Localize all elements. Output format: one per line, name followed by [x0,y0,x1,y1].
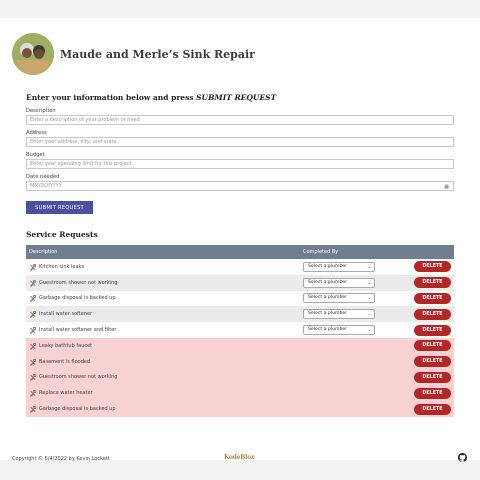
github-icon[interactable] [458,453,467,462]
delete-button[interactable]: DELETE [414,261,451,273]
wrench-icon [29,310,37,319]
plumber-select[interactable]: Select a plumber ⌄ [303,277,375,288]
date-field[interactable]: MM/DD/YYYY ▦ [26,181,454,191]
budget-label: Budget [26,152,45,158]
request-description: Guestroom shower not working [39,279,118,286]
page-title: Maude and Merle’s Sink Repair [60,47,255,61]
address-label: Address [26,130,47,136]
footer-logo: KodeBlox [224,454,255,461]
request-description: Install water softener and filter [39,327,117,334]
requests-table: Description Completed By Kitchen sink le… [26,245,454,417]
chevron-down-icon: ⌄ [367,311,371,317]
table-row: Basement is flooded DELETE [26,353,454,370]
wrench-icon [29,294,37,303]
form-intro: Enter your information below and press S… [26,93,276,102]
table-row: Install water softener Select a plumber ⌄ D… [26,306,454,323]
column-description: Description [29,249,58,255]
wrench-icon [29,389,37,398]
request-description: Basement is flooded [39,358,91,365]
chevron-down-icon: ⌄ [367,263,371,269]
table-row: Garbage disposal is backed up Select a pl… [26,290,454,307]
wrench-icon [29,405,37,414]
delete-button[interactable]: DELETE [414,340,451,352]
select-label: Select a plumber [308,311,348,317]
avatar [12,33,54,75]
delete-button[interactable]: DELETE [414,371,451,383]
wrench-icon [29,358,37,366]
request-description: Replace water heater [39,390,93,397]
intro-text: Enter your information below and press [26,93,197,102]
intro-emphasis: SUBMIT REQUEST [196,93,277,102]
budget-field[interactable]: Enter your spending limit for this proje… [26,159,454,169]
header: Maude and Merle’s Sink Repair [12,32,255,76]
copyright: Copyright © 5/4/2022 by Kevin Lockett [12,456,110,462]
select-label: Select a plumber [308,327,348,333]
request-description: Leaky bathtub faucet [39,342,93,349]
table-row: Guestroom shower not working DELETE [26,369,454,386]
delete-button[interactable]: DELETE [414,387,451,399]
date-label: Date needed [26,174,60,180]
request-description: Install water softener [39,311,93,318]
table-header: Description Completed By [26,245,454,259]
page: Maude and Merle’s Sink Repair Enter your… [0,18,480,462]
wrench-icon [29,279,37,287]
date-placeholder: MM/DD/YYYY [30,183,62,189]
request-description: Garbage disposal is backed up [39,406,116,413]
select-label: Select a plumber [308,263,348,269]
request-description: Guestroom shower not working [39,374,118,381]
wrench-icon [29,326,37,335]
delete-button[interactable]: DELETE [414,356,451,368]
chevron-down-icon: ⌄ [367,279,371,285]
wrench-icon [29,373,37,382]
table-row: Garbage disposal is backed up DELETE [26,401,454,417]
service-requests-title: Service Requests [26,230,98,239]
table-row: Leaky bathtub faucet DELETE [26,337,454,354]
table-row: Guestroom shower not working Select a plu… [26,274,454,291]
description-field[interactable]: Enter a description of your problem or n… [26,115,454,125]
table-row: Kitchen sink leaks Select a plumber ⌄ DELET… [26,259,454,275]
delete-button[interactable]: DELETE [414,324,451,336]
request-description: Garbage disposal is backed up [39,295,116,302]
delete-button[interactable]: DELETE [414,292,451,304]
column-completed-by: Completed By [303,249,339,255]
description-label: Description [26,108,56,114]
delete-button[interactable]: DELETE [414,403,451,415]
plumber-select[interactable]: Select a plumber ⌄ [303,309,375,320]
delete-button[interactable]: DELETE [414,277,451,289]
table-row: Replace water heater DELETE [26,385,454,402]
request-description: Kitchen sink leaks [39,263,85,270]
chevron-down-icon: ⌄ [367,295,371,301]
calendar-icon[interactable]: ▦ [444,183,449,191]
table-row: Install water softener and filter Select … [26,322,454,338]
chevron-down-icon: ⌄ [367,327,371,333]
plumber-select[interactable]: Select a plumber ⌄ [303,261,375,272]
address-field[interactable]: Enter your address, city, and state [26,137,454,147]
wrench-icon [29,263,37,271]
delete-button[interactable]: DELETE [414,308,451,320]
select-label: Select a plumber [308,295,348,301]
plumber-select[interactable]: Select a plumber ⌄ [303,293,375,304]
wrench-icon [29,342,37,350]
plumber-select[interactable]: Select a plumber ⌄ [303,325,375,336]
select-label: Select a plumber [308,279,348,285]
submit-request-button[interactable]: SUBMIT REQUEST [26,201,93,214]
